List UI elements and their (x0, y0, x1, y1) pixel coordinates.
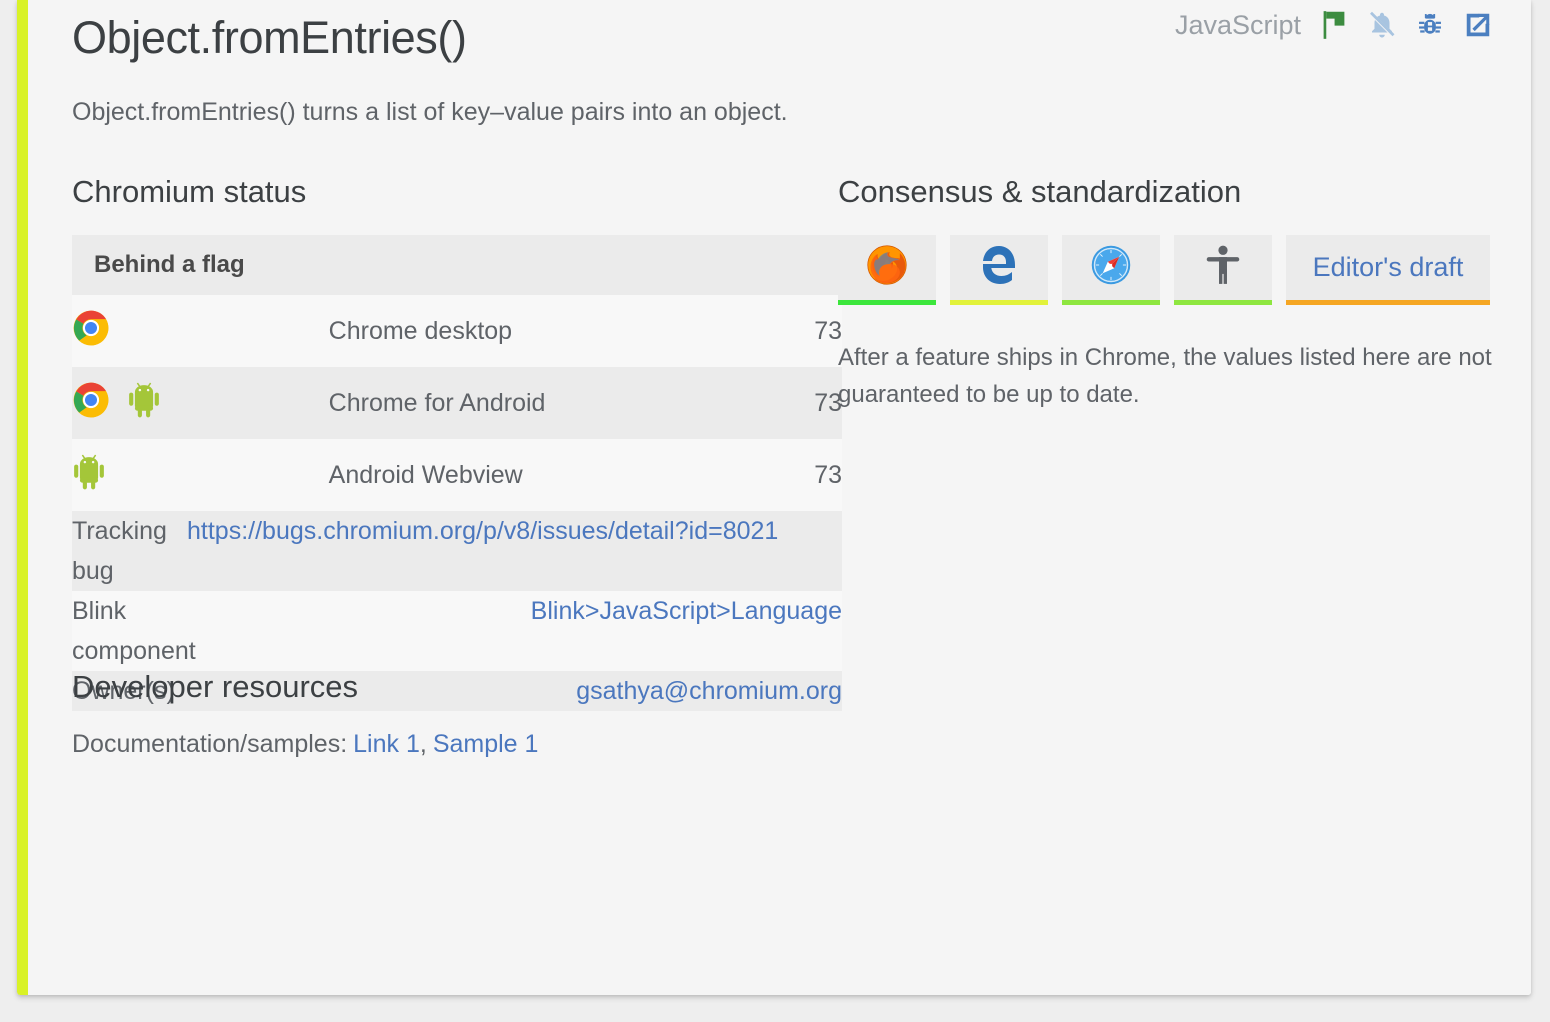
chrome-desktop-icons (72, 295, 329, 367)
implementation-name: Android Webview (329, 439, 586, 511)
android-webview-icons (72, 439, 329, 511)
category-accent-bar (17, 0, 28, 995)
accessibility-chip[interactable] (1174, 235, 1272, 305)
link-separator: , (420, 730, 427, 758)
table-row: Chrome desktop 73 (72, 295, 842, 367)
implementation-version: 73 (585, 295, 842, 367)
android-icon (127, 381, 161, 426)
android-icon (72, 453, 106, 498)
table-row: Chrome for Android 73 (72, 367, 842, 439)
consensus-heading: Consensus & standardization (838, 175, 1518, 209)
table-row: Blink component Blink>JavaScript>Languag… (72, 591, 842, 671)
feature-summary: Object.fromEntries() turns a list of key… (72, 98, 788, 127)
documentation-samples-label: Documentation/samples: (72, 730, 347, 758)
implementation-name: Chrome for Android (329, 367, 586, 439)
chromium-status-table: Behind a flag (72, 235, 842, 511)
implementation-name: Chrome desktop (329, 295, 586, 367)
page-title: Object.fromEntries() (72, 12, 467, 64)
developer-resources-heading: Developer resources (72, 670, 972, 704)
card-content: Object.fromEntries() JavaScript (28, 0, 1531, 995)
chrome-icon (72, 381, 110, 426)
firefox-chip[interactable] (838, 235, 936, 305)
blink-component-link[interactable]: Blink>JavaScript>Language (531, 597, 842, 625)
flag-status-row: Behind a flag (72, 235, 842, 295)
implementation-version: 73 (585, 439, 842, 511)
edge-chip[interactable] (950, 235, 1048, 305)
bell-off-icon[interactable] (1365, 8, 1399, 42)
chrome-icon (72, 309, 110, 354)
consensus-note: After a feature ships in Chrome, the val… (838, 339, 1528, 413)
detail-value: https://bugs.chromium.org/p/v8/issues/de… (187, 511, 842, 591)
documentation-samples-line: Documentation/samples:Link 1,Sample 1 (72, 730, 972, 759)
accessibility-icon (1204, 244, 1242, 291)
open-in-new-icon[interactable] (1461, 8, 1495, 42)
header-actions: JavaScript (1175, 8, 1495, 42)
chromium-status-column: Chromium status Behind a flag (72, 175, 844, 711)
chromium-status-heading: Chromium status (72, 175, 844, 209)
category-label: JavaScript (1175, 10, 1301, 41)
table-row: Tracking bug https://bugs.chromium.org/p… (72, 511, 842, 591)
consensus-chips: Editor's draft (838, 235, 1518, 305)
sample-link-1[interactable]: Sample 1 (433, 730, 539, 758)
feature-card: Object.fromEntries() JavaScript (17, 0, 1531, 995)
consensus-column: Consensus & standardization (838, 175, 1518, 413)
chrome-android-icons (72, 367, 329, 439)
detail-key: Tracking bug (72, 511, 187, 591)
edge-icon (978, 242, 1020, 293)
doc-link-1[interactable]: Link 1 (353, 730, 420, 758)
detail-key: Blink component (72, 591, 187, 671)
safari-chip[interactable] (1062, 235, 1160, 305)
developer-resources-section: Developer resources Documentation/sample… (72, 670, 972, 759)
editors-draft-chip[interactable]: Editor's draft (1286, 235, 1490, 305)
bug-icon[interactable] (1413, 8, 1447, 42)
implementation-version: 73 (585, 367, 842, 439)
firefox-icon (865, 243, 909, 292)
flag-status-label: Behind a flag (72, 235, 842, 295)
safari-icon (1089, 243, 1133, 292)
detail-value: Blink>JavaScript>Language (187, 591, 842, 671)
flag-icon[interactable] (1317, 8, 1351, 42)
tracking-bug-link[interactable]: https://bugs.chromium.org/p/v8/issues/de… (187, 517, 778, 545)
table-row: Android Webview 73 (72, 439, 842, 511)
editors-draft-label: Editor's draft (1313, 252, 1464, 283)
